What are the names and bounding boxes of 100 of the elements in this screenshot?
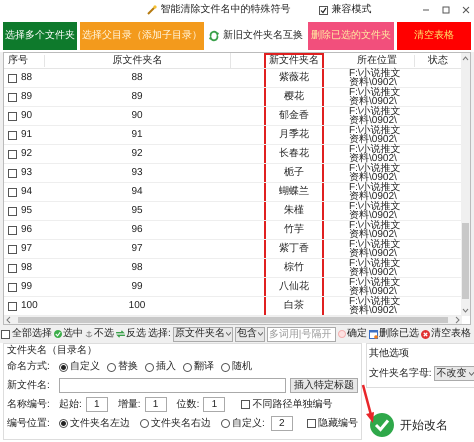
checkbox[interactable] <box>8 74 17 82</box>
toolbar-button[interactable]: 不选 <box>85 328 114 340</box>
table-cell: 紫薇花 <box>279 72 309 84</box>
field-label: 编号位置: <box>7 418 51 430</box>
start-rename-button[interactable]: 开始改名 <box>366 413 474 440</box>
match-dropdown[interactable]: 包含 <box>234 326 265 342</box>
table-cell-text: 92 <box>130 148 144 160</box>
table-cell-text: 93 <box>130 167 144 179</box>
step-field[interactable]: 1 <box>144 397 167 412</box>
swap-names-button[interactable]: 新旧文件夹名互换 <box>207 22 305 50</box>
column-header: 所在位置 <box>356 54 398 66</box>
table-cell-text: 100 <box>128 300 146 312</box>
case-dropdown[interactable]: 不改变 <box>434 366 474 381</box>
radio-label: 翻译 <box>194 361 214 373</box>
column-header: 序号 <box>7 54 29 66</box>
table-cell-text: 96 <box>130 224 144 236</box>
table-cell-text: F:\小说推文资料\0902\ <box>349 164 402 182</box>
checkbox[interactable] <box>318 6 328 14</box>
table-cell: 94 <box>21 186 32 198</box>
caret-icon <box>258 332 263 336</box>
radio-label: 随机 <box>232 361 252 373</box>
checkbox[interactable] <box>8 302 17 310</box>
maximize-icon[interactable] <box>442 6 450 14</box>
keyword-field[interactable]: 多词用|号隔开 <box>266 326 336 342</box>
column-header: 新文件夹名 <box>269 55 319 67</box>
table-cell-text: 89 <box>130 91 144 103</box>
table-cell: 蝴蝶兰 <box>279 186 309 198</box>
radio-button[interactable] <box>59 419 68 428</box>
checkbox[interactable] <box>241 400 250 409</box>
close-icon[interactable] <box>462 6 470 14</box>
table-cell: 郁金香 <box>279 110 309 122</box>
field-label: 位数: <box>176 398 200 410</box>
checkbox[interactable] <box>8 130 17 140</box>
scrollbar[interactable] <box>461 53 470 316</box>
insert-title-button[interactable]: 插入特定标题 <box>290 378 358 393</box>
checkbox[interactable] <box>1 330 10 338</box>
horizontal-scrollbar[interactable] <box>4 316 462 324</box>
field-label: 文件夹名字母: <box>368 368 432 380</box>
checkbox[interactable] <box>8 168 17 178</box>
table-cell: 樱花 <box>284 91 304 103</box>
field-dropdown[interactable]: 原文件夹名 <box>172 326 233 342</box>
new-name-field[interactable] <box>59 378 286 393</box>
checkbox[interactable] <box>8 206 17 216</box>
table-cell: 竹芋 <box>284 224 304 236</box>
table-cell: 89 <box>21 91 32 103</box>
table-cell: 88 <box>21 72 32 84</box>
table-cell-text: F:\小说推文资料\0902\ <box>349 145 402 163</box>
checkbox[interactable] <box>8 244 17 254</box>
table-cell-text: F:\小说推文资料\0902\ <box>349 240 402 258</box>
start-field[interactable]: 1 <box>86 397 108 412</box>
radio-button[interactable] <box>221 362 230 372</box>
delete-selected-button[interactable]: 删除已选 <box>368 328 419 340</box>
table-cell: 白茶 <box>284 300 304 312</box>
caret-icon <box>226 332 231 336</box>
clear-table-button[interactable]: 清空表格 <box>420 328 471 340</box>
table-cell-text: F:\小说推文资料\0902\ <box>349 69 402 87</box>
checkbox[interactable] <box>306 419 316 428</box>
radio-button[interactable] <box>221 419 230 428</box>
table-cell-text: F:\小说推文资料\0902\ <box>349 259 402 277</box>
field-label: 增量: <box>118 398 141 410</box>
checkbox[interactable] <box>8 112 17 120</box>
checkbox[interactable] <box>8 92 17 102</box>
radio-button[interactable] <box>145 362 154 372</box>
filter-label: 选择: <box>148 328 171 340</box>
checkbox[interactable] <box>8 226 17 234</box>
checkbox[interactable] <box>8 282 17 292</box>
swap-arrows-icon <box>116 330 125 338</box>
table-cell: 93 <box>21 167 32 179</box>
table-cell: 97 <box>21 243 32 255</box>
action-button[interactable]: 选择多个文件夹 <box>3 22 77 50</box>
column-header: 原文件夹名 <box>44 54 230 66</box>
radio-button[interactable] <box>59 362 68 372</box>
window-icon <box>368 330 378 338</box>
toolbar-button[interactable]: 选中 <box>54 328 83 340</box>
radio-button[interactable] <box>183 362 192 372</box>
checkbox[interactable] <box>8 150 17 158</box>
field-label: 命名方式: <box>7 361 51 373</box>
radio-label: 文件夹名左边 <box>70 418 130 430</box>
checkbox[interactable] <box>8 188 17 196</box>
table-cell-text: F:\小说推文资料\0902\ <box>349 297 402 315</box>
radio-button[interactable] <box>140 419 149 428</box>
radio-button[interactable] <box>107 362 116 372</box>
radio-label: 文件夹名右边 <box>151 418 211 430</box>
custom-position-field[interactable]: 2 <box>270 416 293 431</box>
table-cell-text: 95 <box>130 205 144 217</box>
radio-label: 插入 <box>156 361 176 373</box>
digits-field[interactable]: 1 <box>203 397 226 412</box>
table-cell: 99 <box>21 281 32 293</box>
wand-icon <box>146 5 156 15</box>
toolbar-button[interactable]: 反选 <box>116 328 146 340</box>
table-cell: 92 <box>21 148 32 160</box>
radio-label: 自定义: <box>232 418 265 430</box>
table-cell-text: F:\小说推文资料\0902\ <box>349 202 402 220</box>
radio-label: 替换 <box>118 361 138 373</box>
table-cell: 棕竹 <box>284 262 304 274</box>
table-cell: 朱槿 <box>284 205 304 217</box>
confirm-button[interactable]: 确定 <box>338 328 367 340</box>
checkbox[interactable] <box>8 264 17 272</box>
close-circle-icon <box>420 330 430 338</box>
table-cell-text: 88 <box>130 72 144 84</box>
